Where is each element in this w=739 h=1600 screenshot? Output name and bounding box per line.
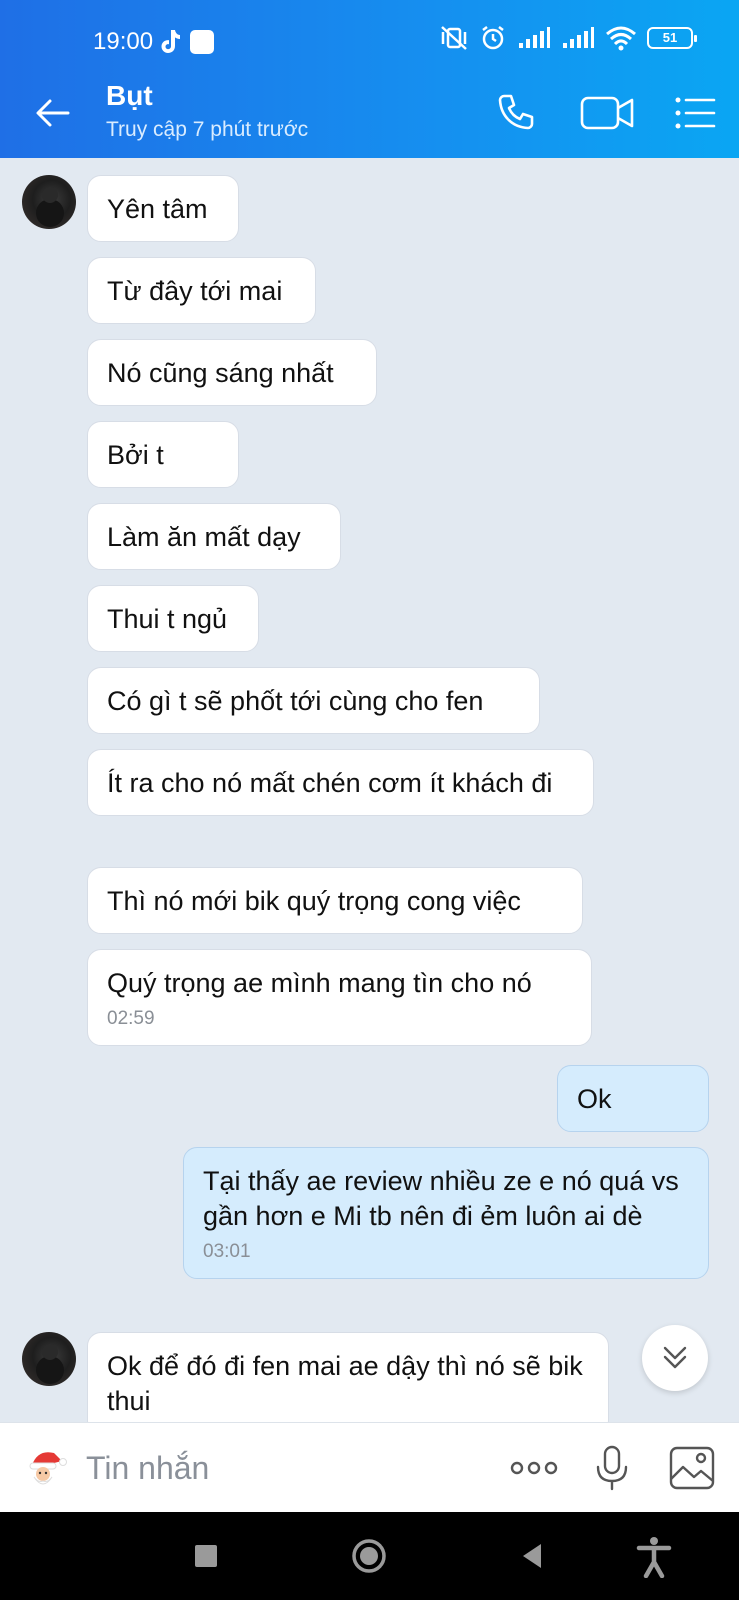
composer-bar (0, 1422, 739, 1512)
accessibility-button[interactable] (632, 1534, 676, 1578)
system-nav-bar (0, 1512, 739, 1600)
scroll-to-bottom-button[interactable] (642, 1325, 708, 1391)
image-gallery-button[interactable] (668, 1445, 716, 1491)
message-bubble[interactable]: Thui t ngủ (87, 585, 259, 652)
status-time: 19:00 (93, 28, 154, 55)
contact-last-seen: Truy cập 7 phút trước (106, 118, 309, 141)
microphone-button[interactable] (592, 1445, 632, 1491)
home-button[interactable] (347, 1534, 391, 1578)
vibrate-off-icon (441, 26, 467, 50)
my-message-bubble[interactable]: Ok (557, 1065, 709, 1132)
message-bubble[interactable]: Quý trọng ae mình mang tìn cho nó 02:59 (87, 949, 592, 1046)
message-bubble[interactable]: Thì nó mới bik quý trọng cong việc (87, 867, 583, 934)
menu-button[interactable] (670, 90, 720, 136)
message-bubble[interactable]: Ít ra cho nó mất chén cơm ít khách đi (87, 749, 594, 816)
video-call-button[interactable] (578, 90, 638, 136)
message-bubble[interactable]: Yên tâm (87, 175, 239, 242)
message-input[interactable] (86, 1443, 466, 1493)
tiktok-icon (161, 30, 180, 53)
contact-name[interactable]: Bụt (106, 80, 153, 112)
recents-button[interactable] (184, 1534, 228, 1578)
message-time: 03:01 (203, 1241, 251, 1262)
chat-header: Bụt Truy cập 7 phút trước (0, 68, 739, 158)
battery-icon: 51 (647, 27, 697, 49)
more-button[interactable] (507, 1445, 561, 1491)
signal-2-icon (563, 27, 594, 48)
message-bubble[interactable]: Từ đây tới mai (87, 257, 316, 324)
message-time: 02:59 (107, 1008, 155, 1029)
contact-avatar[interactable] (22, 1332, 76, 1386)
chevron-double-down-icon (663, 1346, 687, 1369)
message-bubble[interactable]: Nó cũng sáng nhất (87, 339, 377, 406)
santa-sticker-icon[interactable] (24, 1447, 68, 1491)
status-bar: 19:00 51 (0, 0, 739, 68)
alarm-icon (482, 26, 504, 50)
app-notification-icon (190, 30, 214, 54)
message-bubble[interactable]: Bởi t (87, 421, 239, 488)
message-bubble[interactable]: Làm ăn mất dạy (87, 503, 341, 570)
contact-avatar[interactable] (22, 175, 76, 229)
back-nav-button[interactable] (510, 1534, 554, 1578)
call-button[interactable] (492, 90, 542, 136)
top-bar: 19:00 51 Bụt Truy cập 7 phút trước (0, 0, 739, 158)
message-bubble[interactable]: Ok để đó đi fen mai ae dậy thì nó sẽ bik… (87, 1332, 609, 1422)
back-button[interactable] (30, 90, 76, 136)
message-list[interactable]: Yên tâm Từ đây tới mai Nó cũng sáng nhất… (0, 158, 739, 1422)
signal-1-icon (519, 27, 550, 48)
my-message-bubble[interactable]: Tại thấy ae review nhiều ze e nó quá vs … (183, 1147, 709, 1279)
wifi-icon (606, 26, 636, 51)
message-bubble[interactable]: Có gì t sẽ phốt tới cùng cho fen (87, 667, 540, 734)
